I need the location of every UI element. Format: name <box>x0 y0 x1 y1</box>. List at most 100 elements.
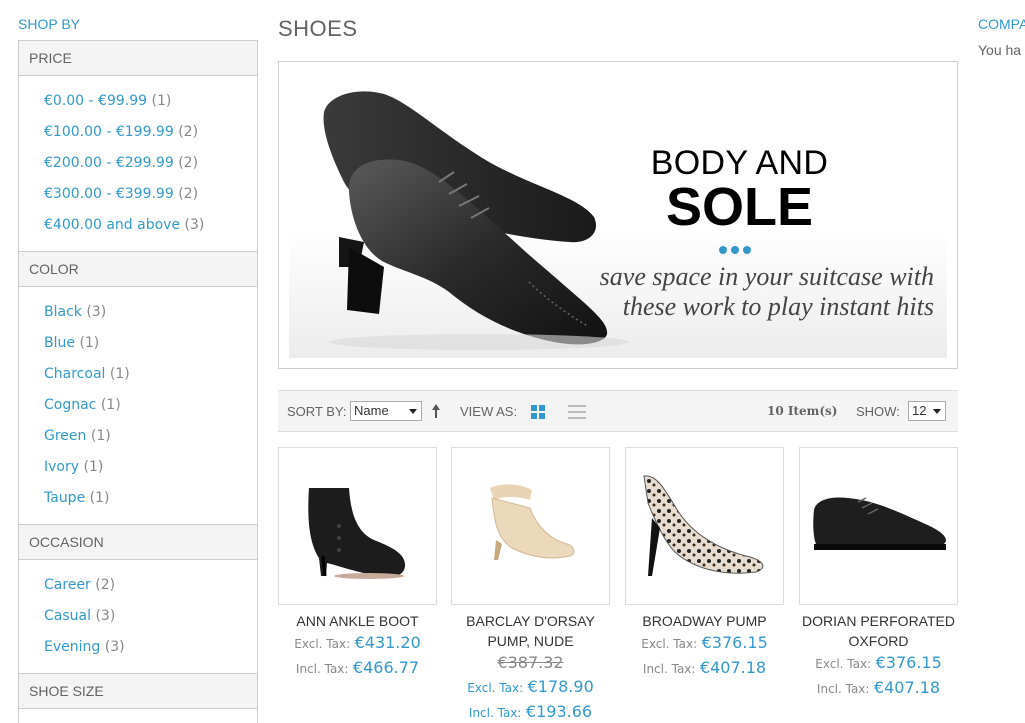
facet-link-occasion-career[interactable]: Career <box>44 577 91 593</box>
facet-count: (2) <box>95 577 116 593</box>
show-label: SHOW: <box>856 404 900 419</box>
shop-by-title: SHOP BY <box>18 16 80 32</box>
sort-by-select[interactable]: Name <box>350 401 422 421</box>
layered-navigation: PRICE €0.00 - €99.99 (1) €100.00 - €199.… <box>18 40 258 723</box>
banner-tagline-line-1: save space in your suitcase with <box>599 262 934 291</box>
product-card: ANN ANKLE BOOT Excl. Tax: €431.20 Incl. … <box>278 447 437 681</box>
facet-item: Ivory (1) <box>44 452 257 483</box>
list-view-icon[interactable] <box>568 405 586 419</box>
banner-headline-bold: SOLE <box>665 177 814 237</box>
facet-count: (2) <box>178 124 199 140</box>
facet-link-price-300-399[interactable]: €300.00 - €399.99 <box>44 186 174 202</box>
banner-dots-ornament <box>719 241 755 257</box>
price-incl-tax: Incl. Tax: €407.18 <box>625 656 784 681</box>
facet-heading-occasion: OCCASION <box>18 524 258 560</box>
facet-count: (2) <box>178 155 199 171</box>
product-image-barclay-dorsay-pump[interactable] <box>451 447 610 605</box>
sort-ascending-icon[interactable] <box>431 403 441 419</box>
chevron-down-icon <box>933 409 941 414</box>
facet-link-color-blue[interactable]: Blue <box>44 335 75 351</box>
leopard-pump-illustration <box>643 475 764 576</box>
price-label: Incl. Tax: <box>468 706 522 720</box>
facet-link-color-cognac[interactable]: Cognac <box>44 397 96 413</box>
price-amount: €376.15 <box>875 653 942 672</box>
item-count: 10 Item(s) <box>767 404 838 418</box>
facet-link-color-green[interactable]: Green <box>44 428 86 444</box>
oxford-shoe-illustration <box>813 497 946 550</box>
facet-count: (2) <box>178 186 199 202</box>
product-card: BROADWAY PUMP Excl. Tax: €376.15 Incl. T… <box>625 447 784 681</box>
price-amount: €407.18 <box>873 678 941 697</box>
facet-item: Green (1) <box>44 421 257 452</box>
show-per-page-value: 12 <box>912 403 927 418</box>
compare-products-title: COMPA <box>978 16 1025 32</box>
facet-link-color-charcoal[interactable]: Charcoal <box>44 366 105 382</box>
facet-link-price-400-above[interactable]: €400.00 and above <box>44 217 180 233</box>
facet-link-color-ivory[interactable]: Ivory <box>44 459 79 475</box>
facet-item: Career (2) <box>44 570 257 601</box>
facet-link-occasion-casual[interactable]: Casual <box>44 608 91 624</box>
product-toolbar: SORT BY: Name VIEW AS: 10 Item(s) SHOW: … <box>278 390 958 432</box>
product-name[interactable]: BROADWAY PUMP <box>625 611 784 631</box>
product-image-broadway-pump[interactable] <box>625 447 784 605</box>
product-image-dorian-perforated-oxford[interactable] <box>799 447 958 605</box>
facet-list-occasion: Career (2) Casual (3) Evening (3) <box>18 560 258 673</box>
product-card: BARCLAY D'ORSAY PUMP, NUDE €387.32 Excl.… <box>451 447 610 723</box>
price-label: Excl. Tax: <box>467 681 524 695</box>
product-name[interactable]: DORIAN PERFORATED OXFORD <box>799 611 958 651</box>
price-amount: €431.20 <box>354 633 421 652</box>
product-name[interactable]: BARCLAY D'ORSAY PUMP, NUDE <box>451 611 610 651</box>
old-price: €387.32 <box>497 653 564 672</box>
facet-link-price-0-99[interactable]: €0.00 - €99.99 <box>44 93 147 109</box>
facet-link-price-100-199[interactable]: €100.00 - €199.99 <box>44 124 174 140</box>
nude-pump-illustration <box>490 484 575 560</box>
price-amount: €407.18 <box>699 658 767 677</box>
facet-count: (3) <box>95 608 116 624</box>
facet-link-price-200-299[interactable]: €200.00 - €299.99 <box>44 155 174 171</box>
facet-count: (1) <box>151 93 172 109</box>
price-excl-tax: Excl. Tax: €376.15 <box>799 651 958 676</box>
product-image-ann-ankle-boot[interactable] <box>278 447 437 605</box>
ankle-boot-illustration <box>308 488 406 579</box>
price-label: Excl. Tax: <box>294 637 351 651</box>
facet-link-color-taupe[interactable]: Taupe <box>44 490 85 506</box>
price-label: Incl. Tax: <box>816 682 870 696</box>
price-incl-tax: Incl. Tax: €407.18 <box>799 676 958 701</box>
price-incl-tax: Incl. Tax: €466.77 <box>278 656 437 681</box>
sort-by-value: Name <box>354 403 389 418</box>
show-per-page-select[interactable]: 12 <box>908 401 946 421</box>
facet-count: (1) <box>90 428 111 444</box>
price-excl-tax: Excl. Tax: €178.90 <box>451 675 610 700</box>
banner-tagline-line-2: these work to play instant hits <box>622 292 934 321</box>
product-name[interactable]: ANN ANKLE BOOT <box>278 611 437 631</box>
facet-item: €200.00 - €299.99 (2) <box>44 148 257 179</box>
price-amount: €193.66 <box>525 702 593 721</box>
facet-item: Taupe (1) <box>44 483 257 514</box>
facet-link-color-black[interactable]: Black <box>44 304 82 320</box>
compare-products-empty-text: You ha <box>978 42 1022 58</box>
grid-view-icon[interactable] <box>531 405 545 419</box>
facet-count: (1) <box>89 490 110 506</box>
category-banner[interactable]: BODY AND SOLE save space in your suitcas… <box>278 61 958 369</box>
facet-list-color: Black (3) Blue (1) Charcoal (1) Cognac (… <box>18 287 258 524</box>
price-amount: €178.90 <box>527 677 594 696</box>
facet-list-shoe-size <box>18 709 258 723</box>
facet-heading-color: COLOR <box>18 251 258 287</box>
product-card: DORIAN PERFORATED OXFORD Excl. Tax: €376… <box>799 447 958 701</box>
facet-link-occasion-evening[interactable]: Evening <box>44 639 100 655</box>
price-excl-tax: Excl. Tax: €376.15 <box>625 631 784 656</box>
sort-by-label: SORT BY: <box>287 404 347 419</box>
price-label: Excl. Tax: <box>641 637 698 651</box>
facet-item: €0.00 - €99.99 (1) <box>44 86 257 117</box>
facet-item: Cognac (1) <box>44 390 257 421</box>
facet-item: €300.00 - €399.99 (2) <box>44 179 257 210</box>
banner-tagline: save space in your suitcase with these w… <box>539 262 934 322</box>
facet-count: (1) <box>83 459 104 475</box>
facet-item: €400.00 and above (3) <box>44 210 257 241</box>
price-amount: €376.15 <box>701 633 768 652</box>
price-excl-tax: Excl. Tax: €431.20 <box>278 631 437 656</box>
facet-item: €100.00 - €199.99 (2) <box>44 117 257 148</box>
facet-count: (1) <box>109 366 130 382</box>
chevron-down-icon <box>409 409 417 414</box>
facet-heading-shoe-size: SHOE SIZE <box>18 673 258 709</box>
